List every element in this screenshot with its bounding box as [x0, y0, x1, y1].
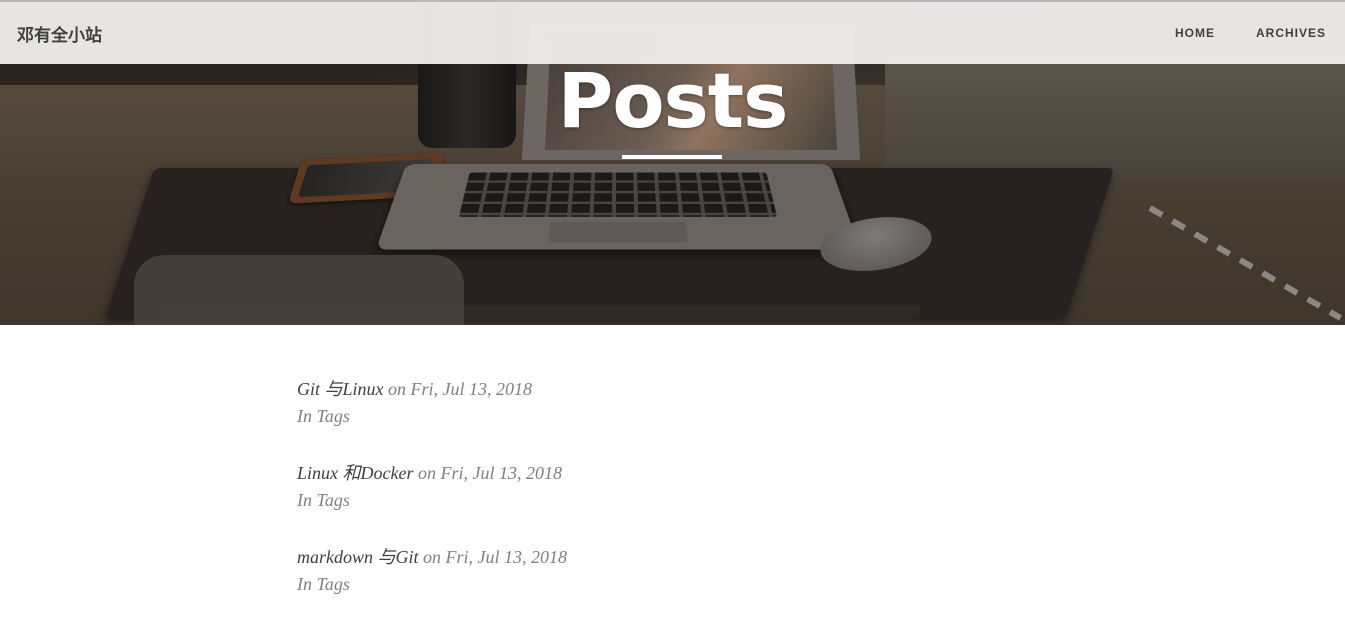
post-tags: In Tags — [297, 402, 1057, 430]
post-title-link[interactable]: markdown 与Git — [297, 547, 419, 567]
top-navbar: 邓有全小站 HOME ARCHIVES — [0, 0, 1345, 64]
title-divider — [622, 155, 722, 159]
page-title: Posts — [0, 56, 1345, 145]
post-title-link[interactable]: Linux 和Docker — [297, 463, 413, 483]
post-item: Git 与Linux on Fri, Jul 13, 2018 In Tags — [297, 376, 1057, 460]
post-date: on Fri, Jul 13, 2018 — [423, 547, 567, 567]
post-header-line: Linux 和Docker on Fri, Jul 13, 2018 — [297, 460, 1057, 486]
post-header-line: Git 与Linux on Fri, Jul 13, 2018 — [297, 376, 1057, 402]
post-list: Git 与Linux on Fri, Jul 13, 2018 In Tags … — [297, 376, 1057, 621]
post-date: on Fri, Jul 13, 2018 — [418, 463, 562, 483]
nav-home-link[interactable]: HOME — [1175, 26, 1215, 40]
nav-links: HOME ARCHIVES — [1175, 26, 1326, 40]
post-tags: In Tags — [297, 486, 1057, 514]
post-date: on Fri, Jul 13, 2018 — [388, 379, 532, 399]
site-brand-link[interactable]: 邓有全小站 — [17, 21, 102, 46]
post-item: markdown 与Git on Fri, Jul 13, 2018 In Ta… — [297, 544, 1057, 621]
post-tags: In Tags — [297, 570, 1057, 598]
post-title-link[interactable]: Git 与Linux — [297, 379, 384, 399]
post-header-line: markdown 与Git on Fri, Jul 13, 2018 — [297, 544, 1057, 570]
nav-archives-link[interactable]: ARCHIVES — [1256, 26, 1326, 40]
post-item: Linux 和Docker on Fri, Jul 13, 2018 In Ta… — [297, 460, 1057, 544]
